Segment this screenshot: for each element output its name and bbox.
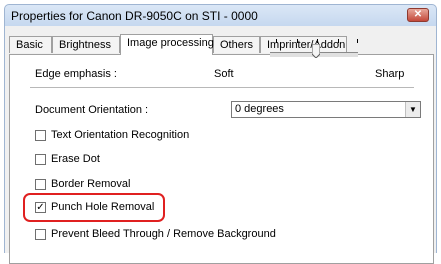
tab-imprinter-addon[interactable]: Imprinter/Addon xyxy=(260,36,347,53)
prevent-bleed-through-label: Prevent Bleed Through / Remove Backgroun… xyxy=(51,228,276,240)
edge-soft-label: Soft xyxy=(214,68,234,80)
text-orientation-recognition-label: Text Orientation Recognition xyxy=(51,129,190,141)
slider-tick xyxy=(357,39,358,43)
slider-tick xyxy=(317,39,318,43)
edge-emphasis-slider-thumb[interactable] xyxy=(312,44,320,58)
slider-tick xyxy=(338,39,339,43)
border-removal-checkbox[interactable] xyxy=(35,179,46,190)
slider-tick xyxy=(276,39,277,43)
highlight-outline xyxy=(23,193,165,222)
tab-image-processing[interactable]: Image processing xyxy=(120,34,214,55)
slider-tick xyxy=(297,39,298,43)
tab-basic[interactable]: Basic xyxy=(9,36,52,53)
tab-brightness[interactable]: Brightness xyxy=(52,36,120,53)
prevent-bleed-through-checkbox[interactable] xyxy=(35,229,46,240)
erase-dot-label: Erase Dot xyxy=(51,153,100,165)
window-title: Properties for Canon DR-9050C on STI - 0… xyxy=(11,9,258,23)
border-removal-label: Border Removal xyxy=(51,178,131,190)
text-orientation-recognition-checkbox[interactable] xyxy=(35,130,46,141)
title-bar: Properties for Canon DR-9050C on STI - 0… xyxy=(4,4,437,26)
chevron-down-icon[interactable]: ▼ xyxy=(405,102,420,117)
edge-emphasis-label: Edge emphasis : xyxy=(35,68,117,80)
divider xyxy=(30,87,414,88)
tab-others[interactable]: Others xyxy=(213,36,260,53)
erase-dot-checkbox[interactable] xyxy=(35,154,46,165)
document-orientation-select[interactable]: 0 degrees ▼ xyxy=(231,101,421,118)
edge-sharp-label: Sharp xyxy=(375,68,405,80)
document-orientation-value: 0 degrees xyxy=(235,103,284,115)
close-button[interactable]: ✕ xyxy=(407,8,429,22)
document-orientation-label: Document Orientation : xyxy=(35,104,149,116)
